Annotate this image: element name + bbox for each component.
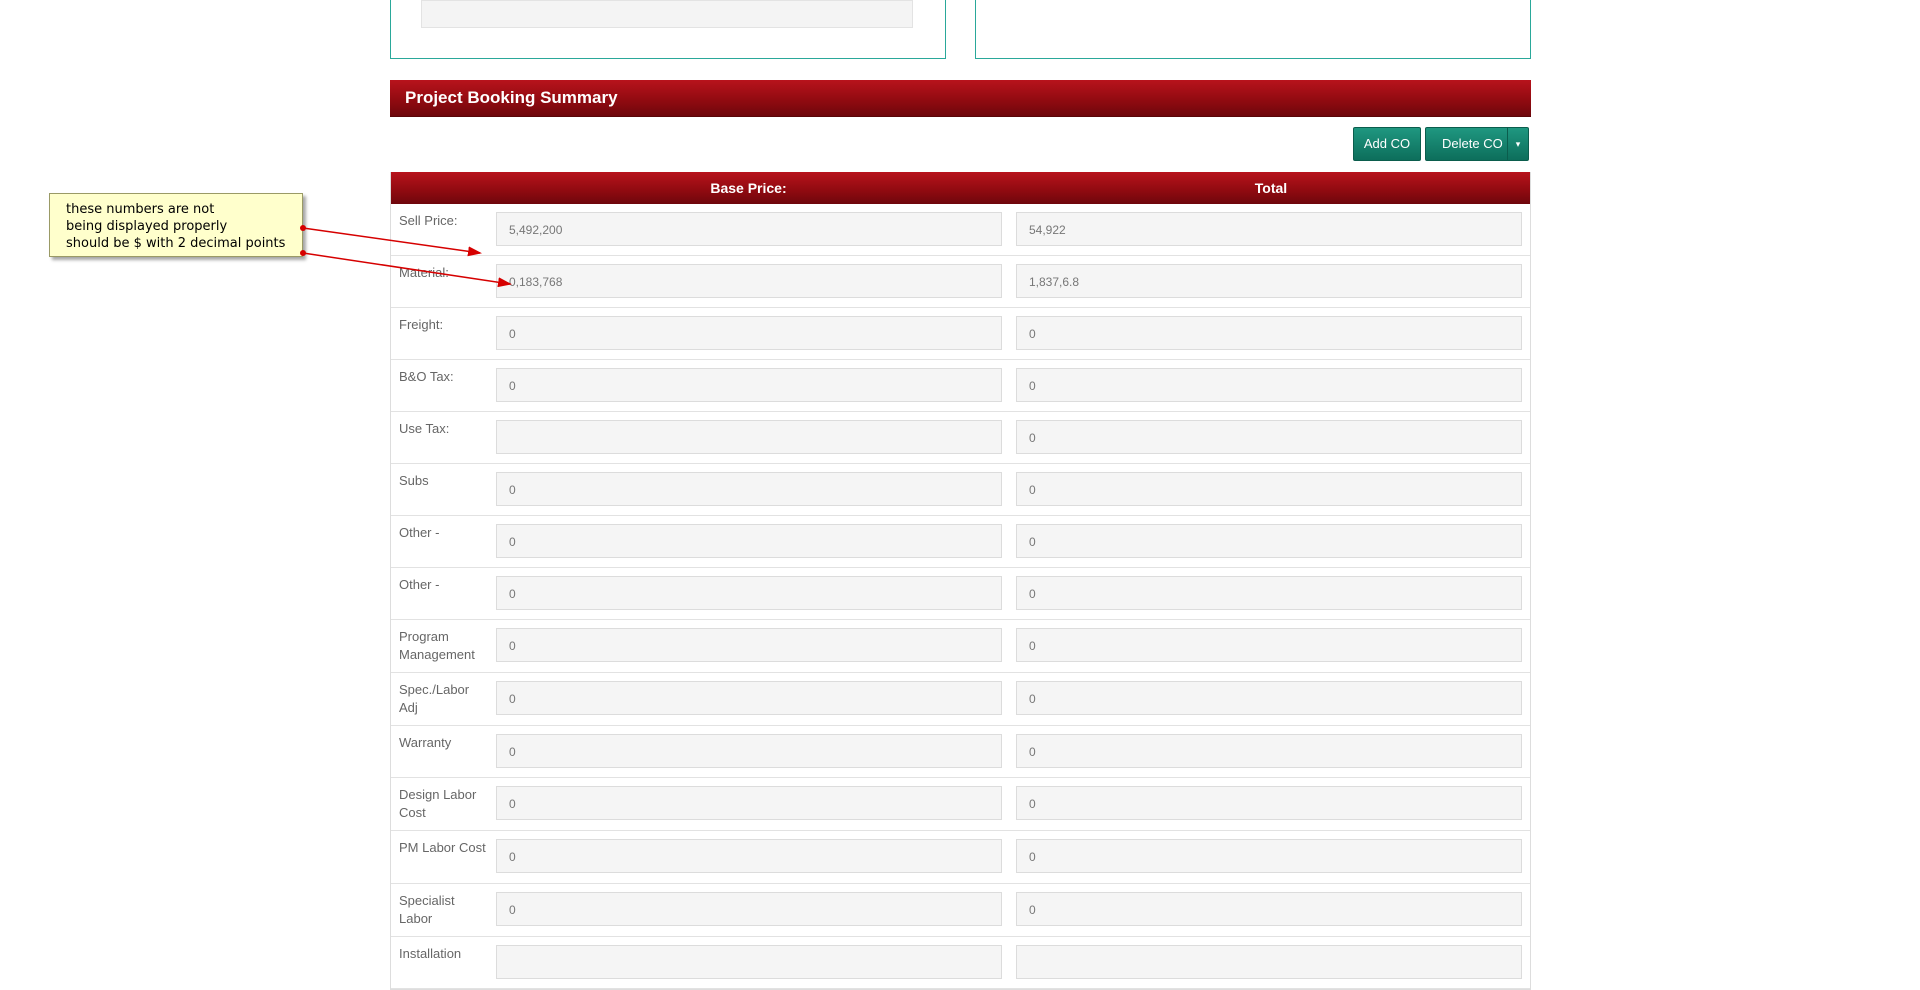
annotation-arrow-origin: [300, 225, 306, 231]
base-price-field[interactable]: [496, 945, 1002, 979]
annotation-arrow-origin: [300, 250, 306, 256]
annotation-arrows: [300, 225, 512, 288]
total-field[interactable]: [1016, 945, 1522, 979]
annotation-arrow-sell-price: [302, 227, 482, 257]
annotation-arrow-material: [302, 252, 512, 288]
